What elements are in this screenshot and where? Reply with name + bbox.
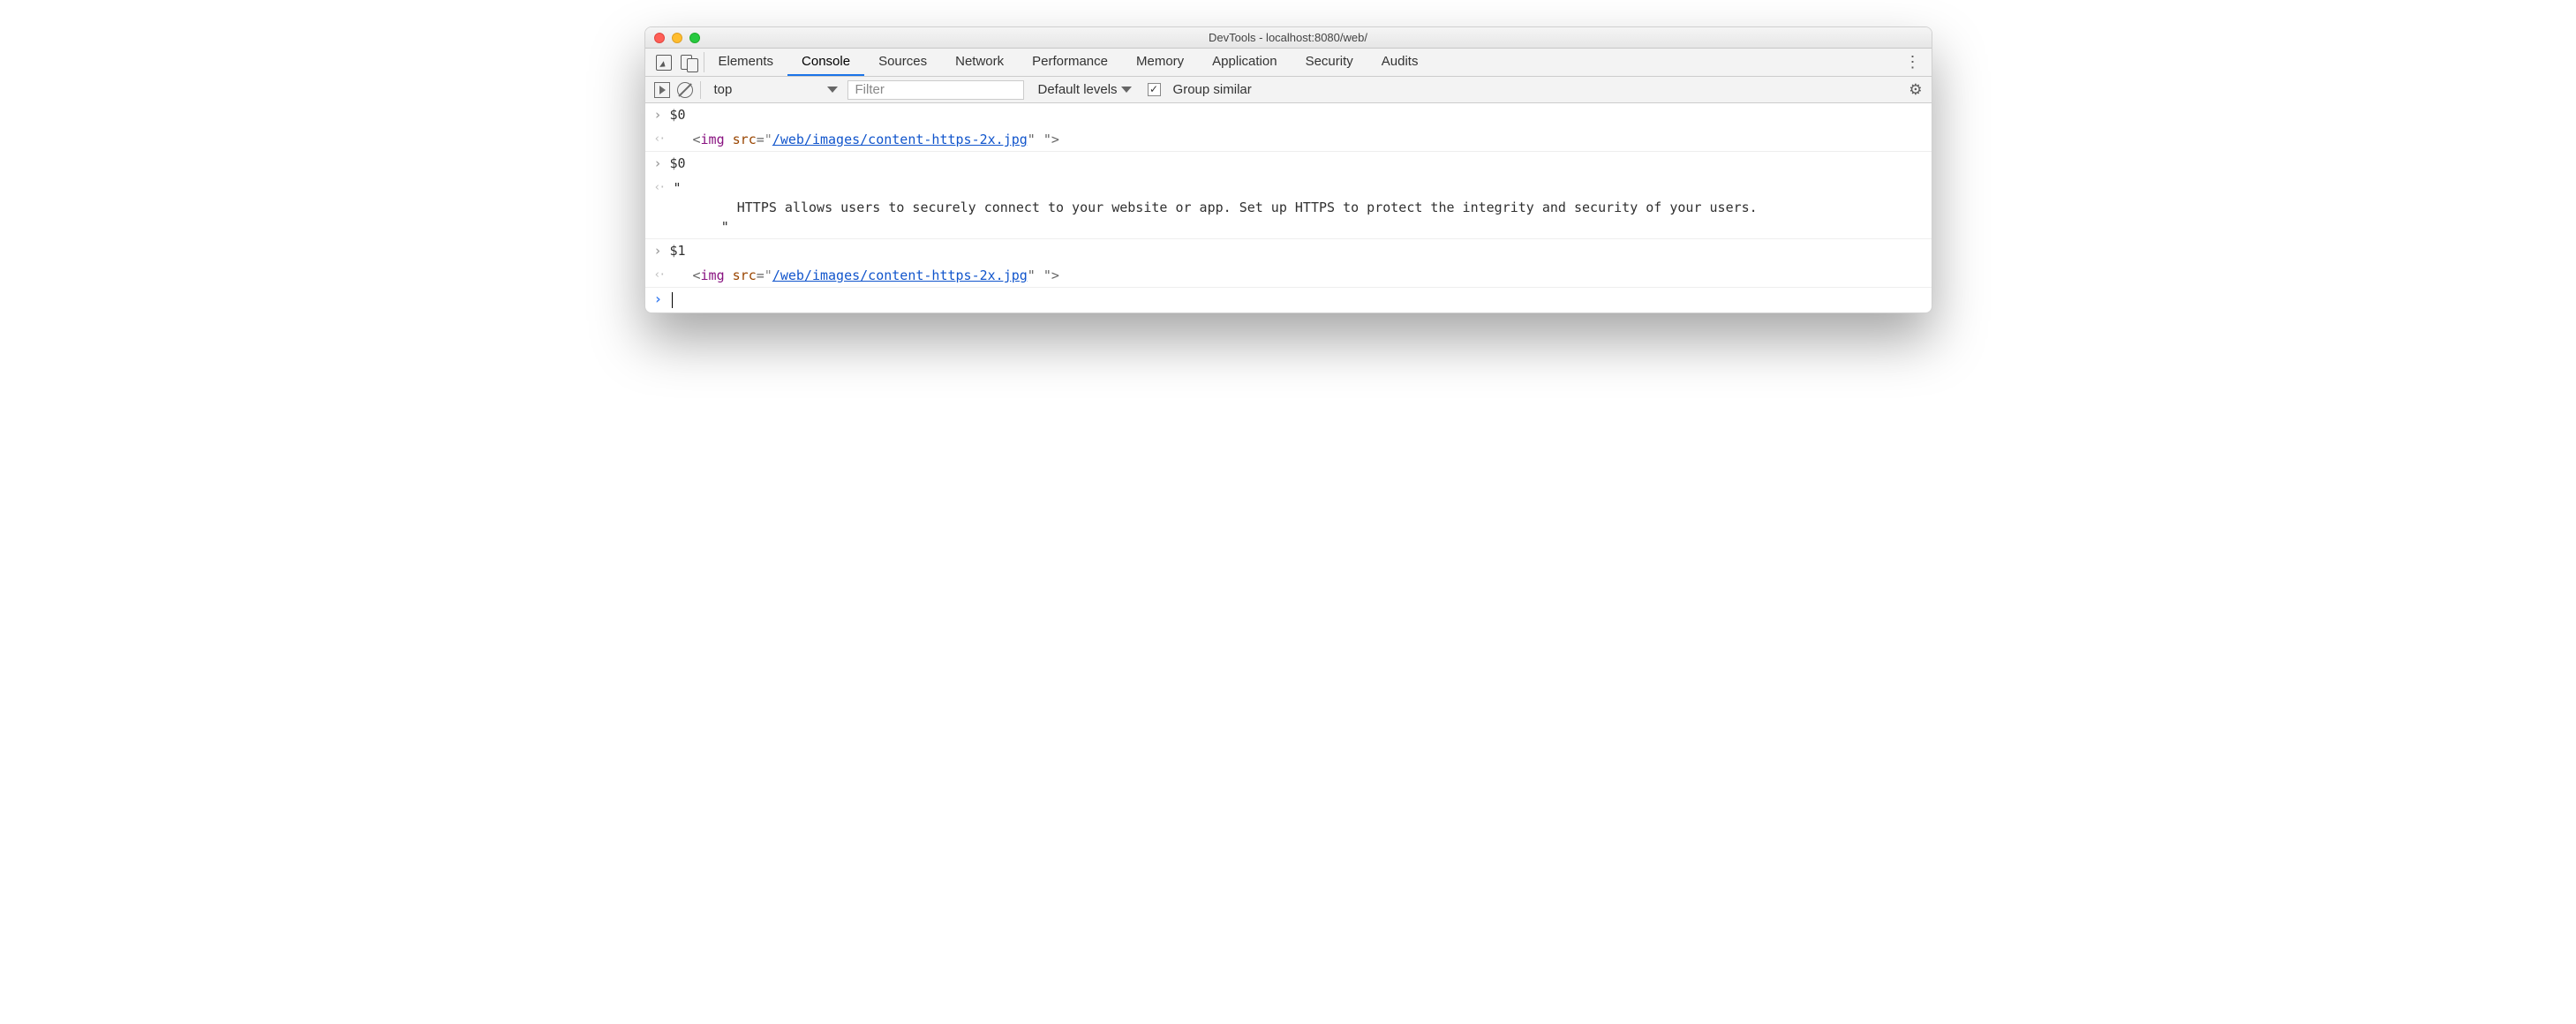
console-input-text: $0 — [670, 154, 1923, 173]
context-selector[interactable]: top — [708, 79, 840, 100]
clear-console-icon[interactable] — [677, 82, 693, 98]
input-marker-icon — [654, 154, 670, 175]
device-toggle-icon[interactable] — [681, 55, 697, 71]
console-prompt-row[interactable] — [645, 288, 1932, 312]
console-input-text: $1 — [670, 241, 1923, 260]
tab-memory[interactable]: Memory — [1122, 49, 1198, 76]
console-output-html: <img src="/web/images/content-https-2x.j… — [670, 266, 1923, 285]
tab-application[interactable]: Application — [1198, 49, 1291, 76]
console-input-text: $0 — [670, 105, 1923, 124]
panel-tabs-row: Elements Console Sources Network Perform… — [645, 49, 1932, 77]
console-output-html: <img src="/web/images/content-https-2x.j… — [670, 130, 1923, 149]
titlebar: DevTools - localhost:8080/web/ — [645, 27, 1932, 49]
output-marker-icon — [654, 178, 670, 198]
tab-console[interactable]: Console — [787, 49, 864, 76]
context-label: top — [714, 82, 733, 97]
group-similar-checkbox[interactable] — [1148, 83, 1161, 96]
console-output-text: " HTTPS allows users to securely connect… — [670, 178, 1923, 237]
log-levels-selector[interactable]: Default levels — [1038, 82, 1132, 97]
tab-performance[interactable]: Performance — [1018, 49, 1122, 76]
chevron-down-icon — [827, 87, 838, 93]
console-input-row: $1 — [645, 239, 1932, 264]
devtools-window: DevTools - localhost:8080/web/ Elements … — [644, 26, 1932, 313]
tab-elements[interactable]: Elements — [704, 49, 788, 76]
console-input-row: $0 — [645, 152, 1932, 177]
url-link[interactable]: /web/images/content-https-2x.jpg — [772, 267, 1028, 283]
prompt-marker-icon — [654, 290, 670, 311]
chevron-down-icon — [1121, 87, 1132, 93]
console-output-row: <img src="/web/images/content-https-2x.j… — [645, 264, 1932, 288]
console-output-row: <img src="/web/images/content-https-2x.j… — [645, 128, 1932, 152]
console-output-row: " HTTPS allows users to securely connect… — [645, 177, 1932, 239]
gear-icon[interactable]: ⚙ — [1909, 81, 1922, 99]
panel-tabs: Elements Console Sources Network Perform… — [704, 49, 1433, 76]
kebab-menu-icon[interactable]: ⋮ — [1905, 53, 1921, 72]
tab-security[interactable]: Security — [1292, 49, 1367, 76]
input-marker-icon — [654, 241, 670, 262]
console-toolbar: top Default levels Group similar ⚙ — [645, 77, 1932, 103]
url-link[interactable]: /web/images/content-https-2x.jpg — [772, 132, 1028, 147]
output-marker-icon — [654, 266, 670, 285]
filter-input[interactable] — [847, 80, 1024, 100]
output-marker-icon — [654, 130, 670, 149]
input-marker-icon — [654, 105, 670, 126]
tab-audits[interactable]: Audits — [1367, 49, 1433, 76]
console-input-row: $0 — [645, 103, 1932, 128]
sidebar-toggle-icon[interactable] — [654, 82, 670, 98]
group-similar-label: Group similar — [1173, 82, 1252, 97]
console-output: $0 <img src="/web/images/content-https-2… — [645, 103, 1932, 312]
text-cursor — [672, 292, 673, 308]
tab-sources[interactable]: Sources — [864, 49, 941, 76]
console-prompt[interactable] — [670, 290, 1923, 309]
window-title: DevTools - localhost:8080/web/ — [645, 31, 1932, 44]
inspect-icon[interactable] — [656, 55, 672, 71]
tab-network[interactable]: Network — [941, 49, 1018, 76]
levels-label: Default levels — [1038, 82, 1118, 97]
divider — [700, 81, 701, 99]
